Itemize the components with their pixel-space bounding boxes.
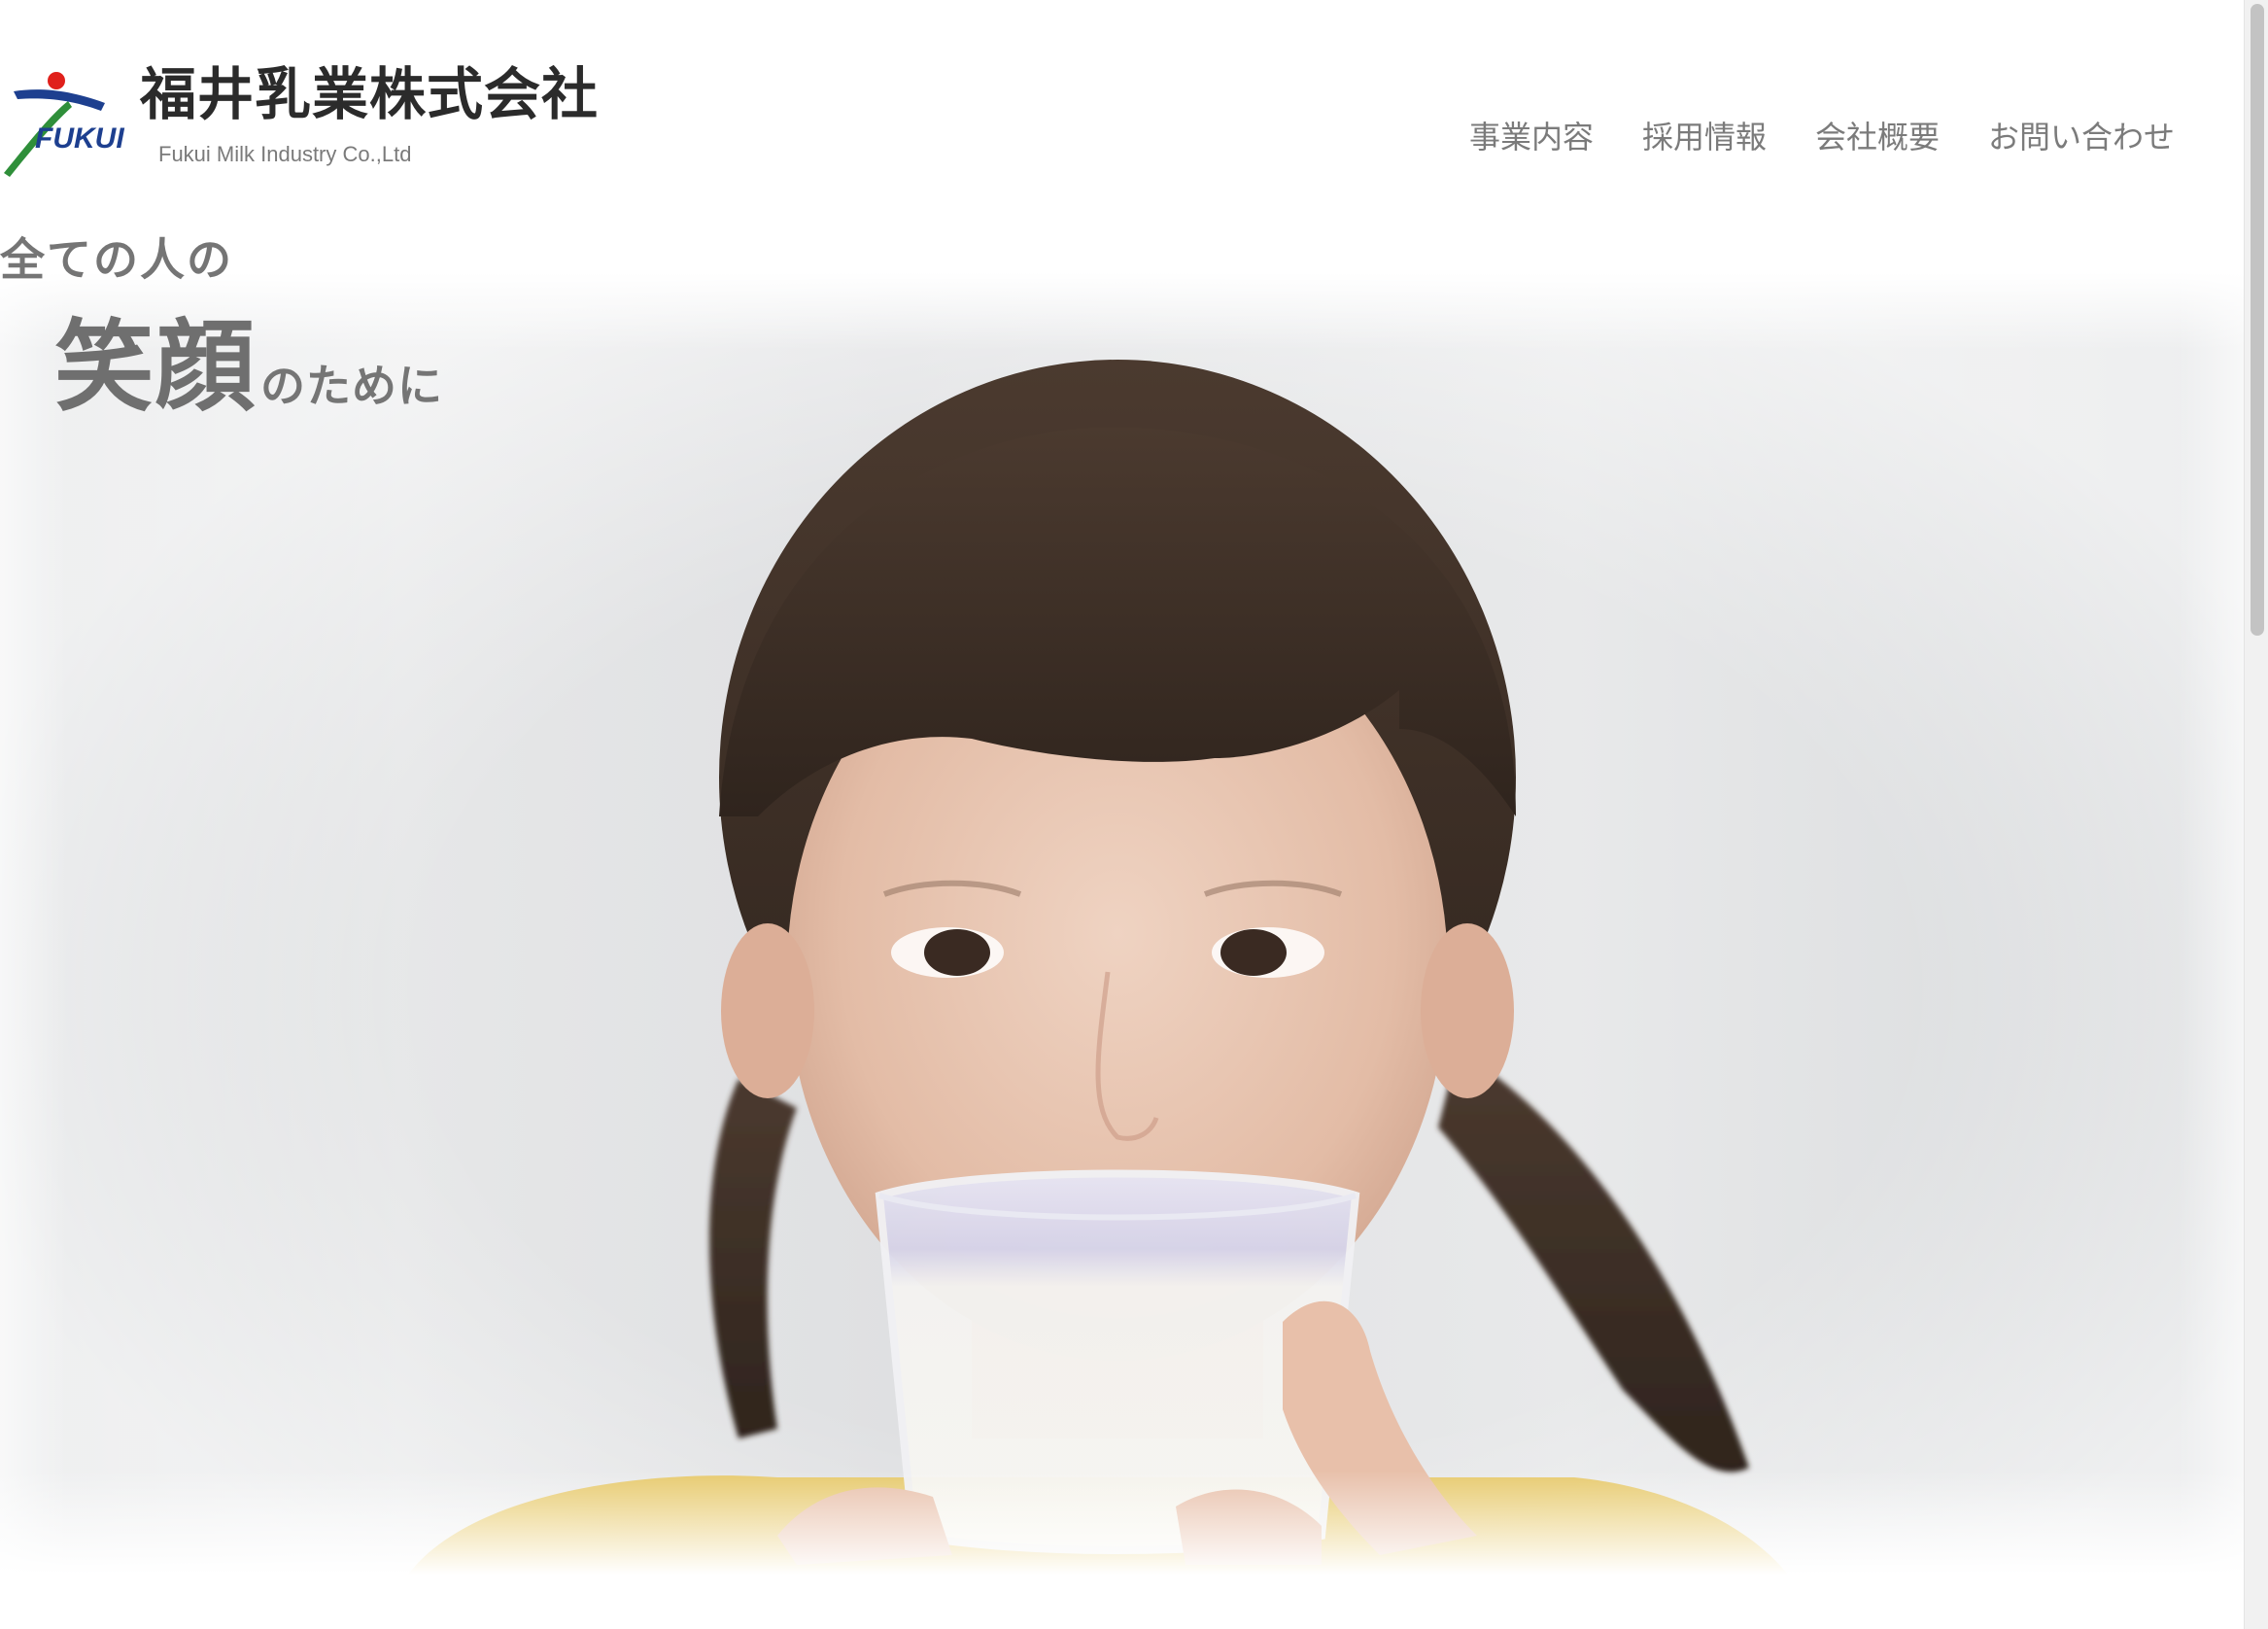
- page: FUKUI 福井乳業株式会社 Fukui Milk Industry Co.,L…: [0, 0, 2268, 1629]
- vertical-scrollbar[interactable]: [2244, 0, 2268, 1629]
- nav-item-contact[interactable]: お問い合わせ: [1988, 120, 2175, 155]
- company-name-english: Fukui Milk Industry Co.,Ltd: [158, 142, 412, 166]
- hero-tagline-emphasis: 笑顔: [54, 310, 257, 426]
- hero-tagline-line1: 全ての人の: [0, 233, 233, 286]
- site-header: FUKUI 福井乳業株式会社 Fukui Milk Industry Co.,L…: [0, 0, 2245, 194]
- hero-fade-overlay: [0, 272, 2245, 1575]
- logo-text: FUKUI: [35, 122, 124, 155]
- fukui-logo-icon: FUKUI: [4, 72, 124, 177]
- nav-item-recruit[interactable]: 採用情報: [1642, 120, 1767, 155]
- nav-item-company[interactable]: 会社概要: [1815, 120, 1940, 155]
- scrollbar-thumb[interactable]: [2251, 4, 2264, 636]
- hero-tagline-line2: 笑顔のために: [54, 319, 443, 418]
- home-logo-link[interactable]: FUKUI 福井乳業株式会社 Fukui Milk Industry Co.,L…: [0, 58, 602, 185]
- main-nav: 事業内容 採用情報 会社概要 お問い合わせ: [1469, 120, 2175, 155]
- hero-tagline-suffix: のために: [260, 360, 443, 412]
- company-name: 福井乳業株式会社: [140, 61, 600, 127]
- nav-item-business[interactable]: 事業内容: [1469, 120, 1594, 155]
- hero-section: [0, 272, 2245, 1575]
